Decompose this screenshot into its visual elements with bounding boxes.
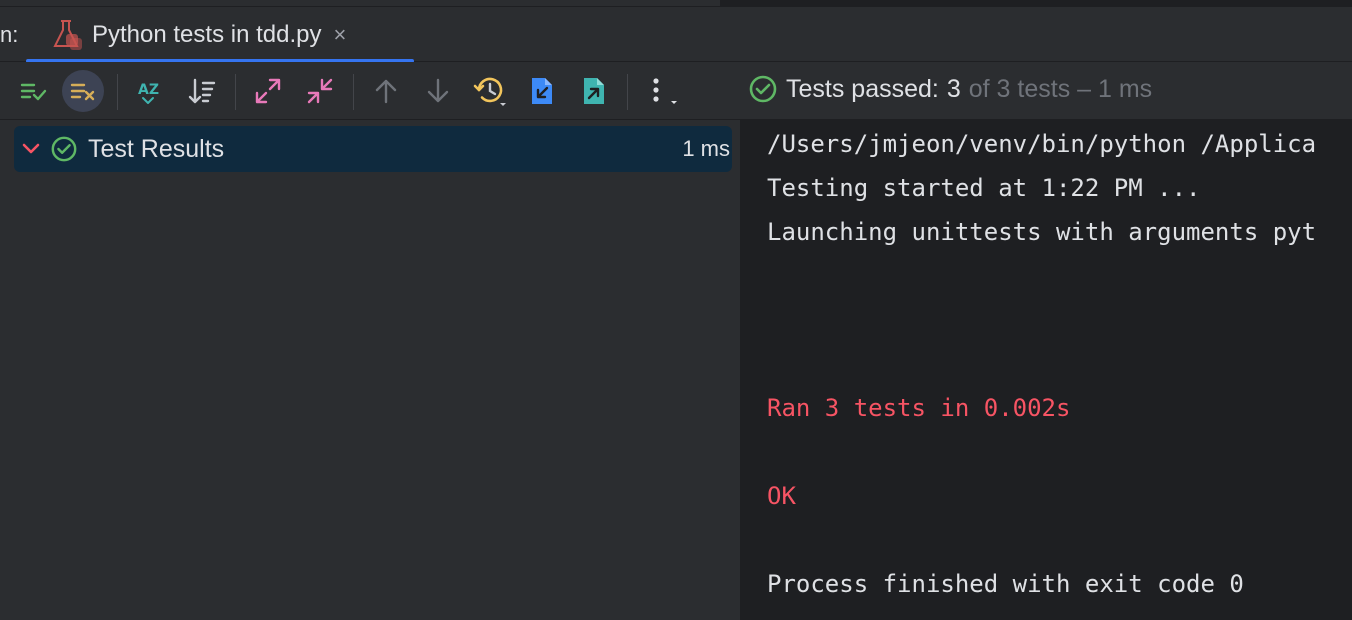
status-detail: of 3 tests – 1 ms	[968, 74, 1153, 103]
test-runner-toolbar: AZ Tests passed: 3 of 3 tests – 1 ms	[0, 62, 1352, 120]
chevron-down-icon[interactable]	[20, 138, 42, 160]
svg-text:AZ: AZ	[138, 82, 159, 98]
show-passed-icon	[20, 83, 47, 101]
test-history-button[interactable]	[469, 70, 511, 112]
previous-failed-button[interactable]	[365, 70, 407, 112]
status-passed-count: 3	[946, 74, 961, 103]
tab-python-tests[interactable]: Python tests in tdd.py ×	[26, 8, 414, 63]
show-ignored-icon	[70, 83, 95, 101]
test-status-summary: Tests passed: 3 of 3 tests – 1 ms	[748, 74, 1152, 104]
status-label: Tests passed:	[786, 74, 939, 103]
collapse-all-icon	[307, 78, 333, 104]
tree-root-duration: 1 ms	[682, 136, 730, 161]
tree-root-label: Test Results	[88, 134, 225, 163]
console-line-stderr: OK	[767, 482, 796, 510]
show-ignored-button[interactable]	[62, 70, 104, 112]
run-tab-bar: n: Python tests in tdd.py ×	[0, 8, 1352, 63]
console-output[interactable]: /Users/jmjeon/venv/bin/python /Applica T…	[742, 120, 1352, 620]
close-icon[interactable]: ×	[333, 22, 346, 48]
console-line: /Users/jmjeon/venv/bin/python /Applica	[767, 130, 1317, 158]
import-tests-button[interactable]	[521, 70, 563, 112]
test-tree-panel: Test Results 1 ms	[0, 120, 740, 620]
console-line: Launching unittests with arguments pyt	[767, 218, 1317, 246]
success-check-icon	[749, 75, 777, 103]
next-failed-button[interactable]	[417, 70, 459, 112]
success-check-icon	[51, 136, 77, 162]
expand-all-icon	[255, 78, 281, 104]
history-clock-icon	[473, 77, 506, 106]
more-options-button[interactable]	[639, 70, 681, 112]
sort-alphabetically-icon: AZ	[138, 82, 159, 104]
console-line-stderr: Ran 3 tests in 0.002s	[767, 394, 1071, 422]
sort-alphabetically-button[interactable]: AZ	[129, 70, 171, 112]
import-file-icon	[532, 78, 552, 104]
tab-title: Python tests in tdd.py	[92, 21, 322, 48]
arrow-up-icon	[375, 79, 397, 104]
arrow-down-icon	[427, 78, 449, 103]
expand-all-button[interactable]	[247, 70, 289, 112]
more-options-icon	[653, 78, 677, 104]
collapse-all-button[interactable]	[299, 70, 341, 112]
top-strip	[0, 0, 1352, 8]
show-passed-button[interactable]	[12, 70, 54, 112]
tree-root-test-results[interactable]: Test Results 1 ms	[14, 126, 732, 172]
run-window-label: n:	[0, 22, 19, 47]
export-file-icon	[584, 78, 604, 104]
console-line: Process finished with exit code 0	[767, 570, 1244, 598]
python-test-icon	[53, 20, 82, 50]
sort-by-duration-icon	[188, 78, 216, 104]
sort-by-duration-button[interactable]	[181, 70, 223, 112]
export-tests-button[interactable]	[573, 70, 615, 112]
console-line: Testing started at 1:22 PM ...	[767, 174, 1201, 202]
